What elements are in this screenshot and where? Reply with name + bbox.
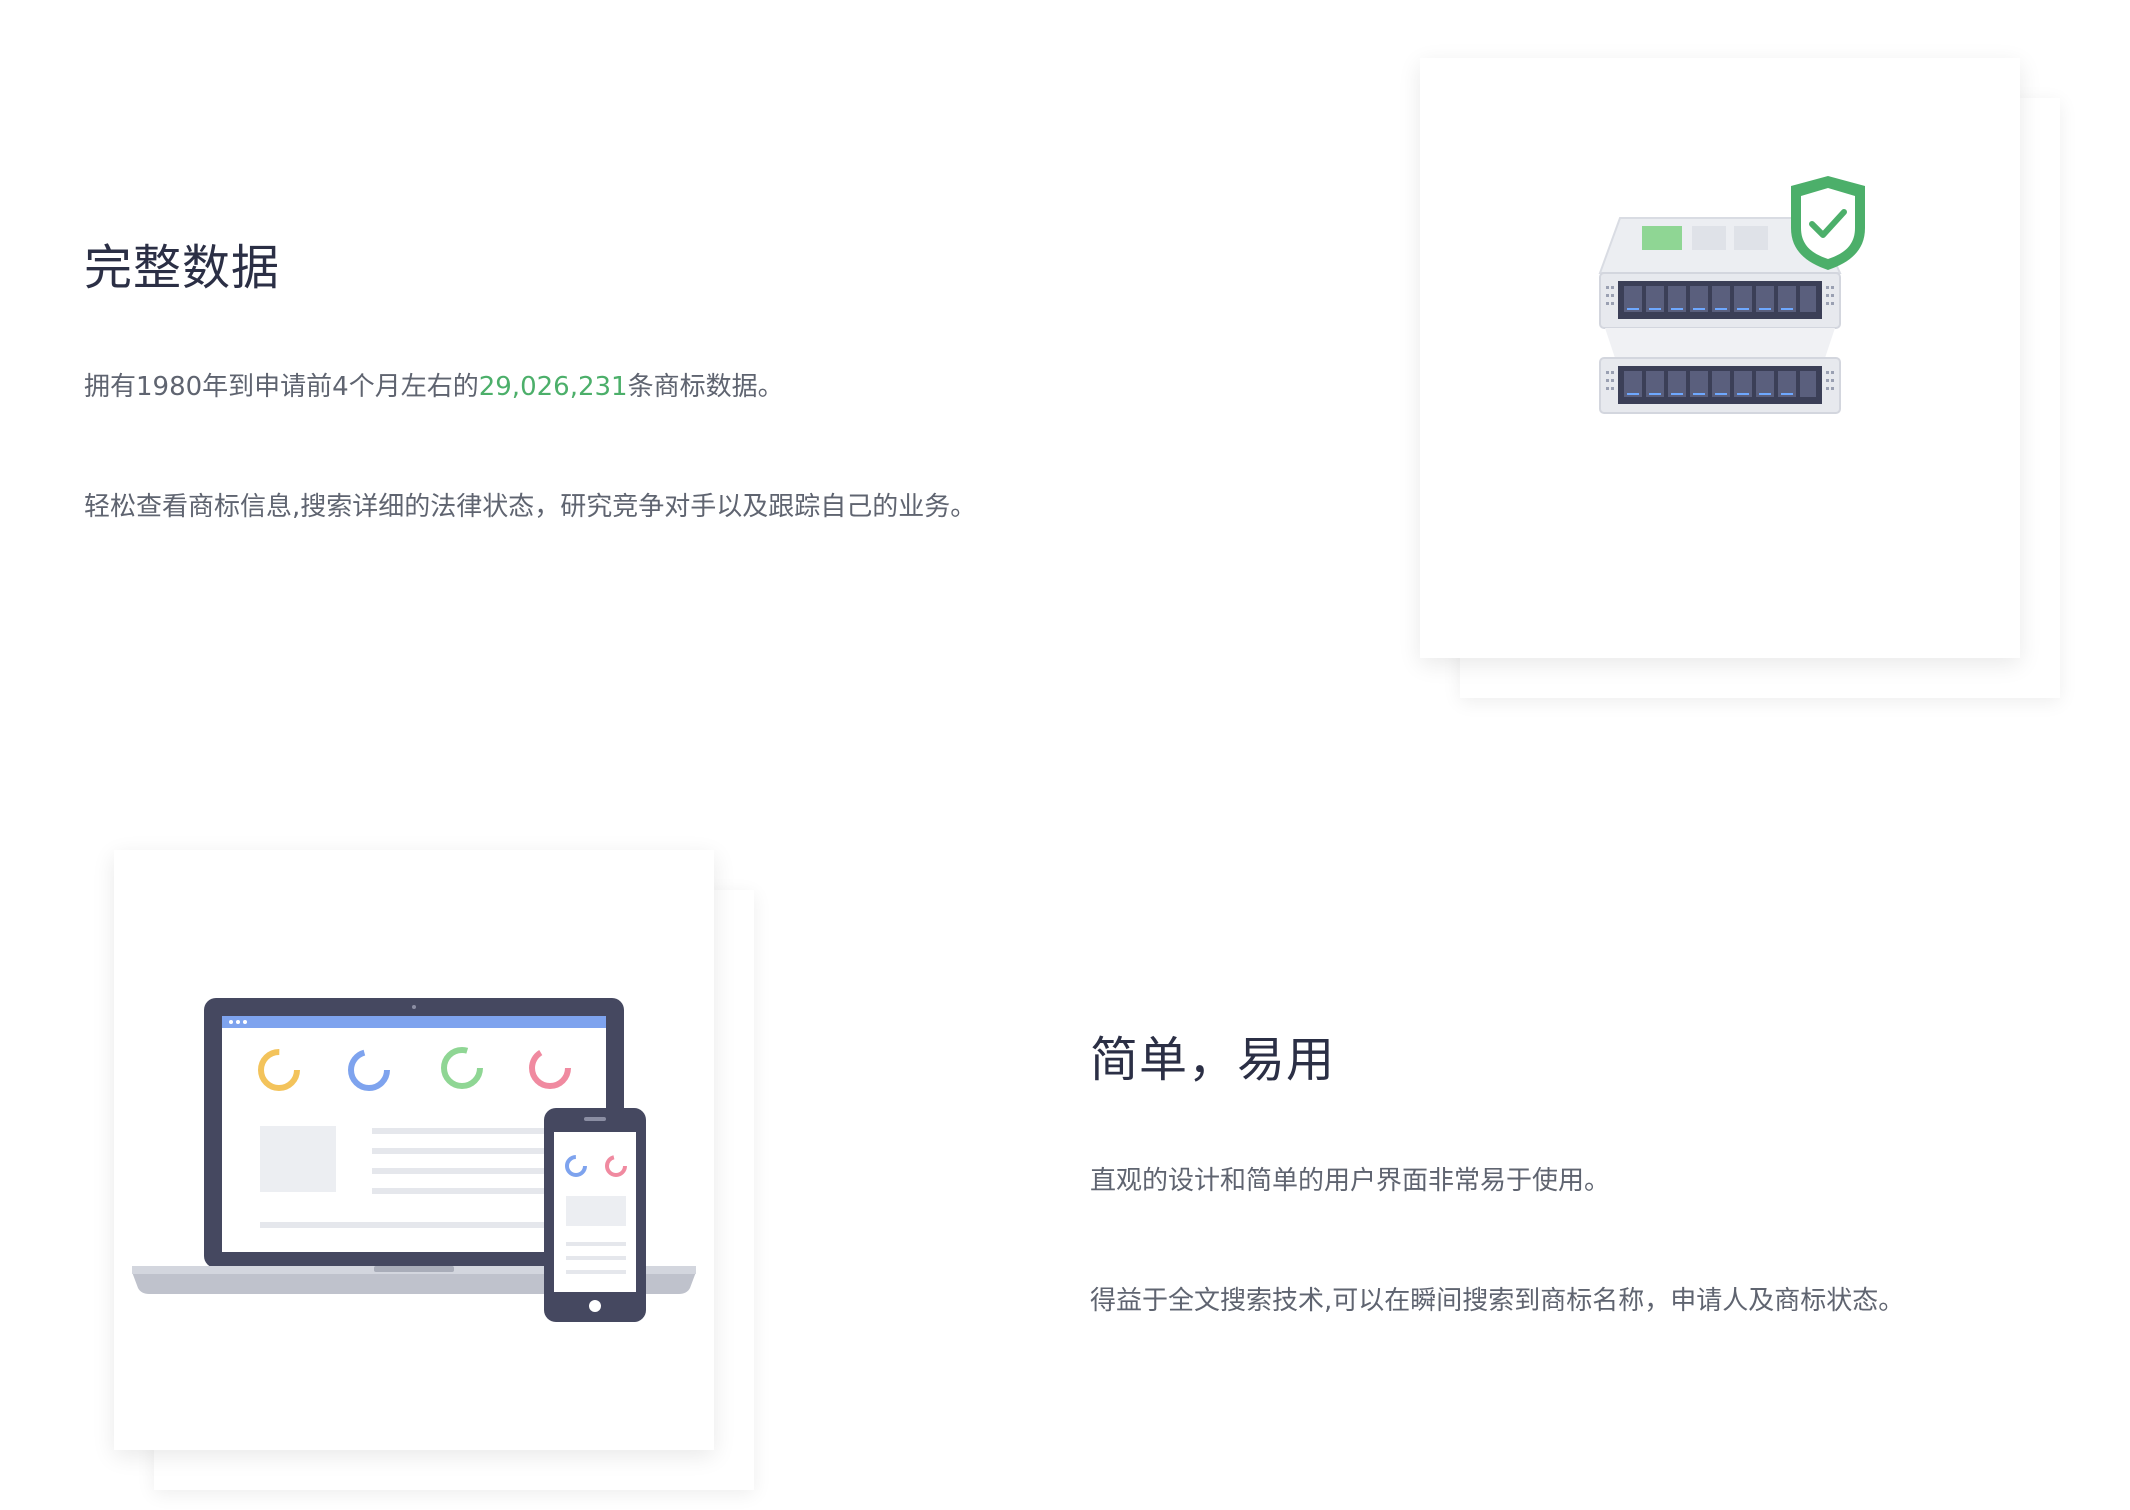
easy-use-paragraph-2: 得益于全文搜索技术,可以在瞬间搜索到商标名称，申请人及商标状态。: [1090, 1286, 1905, 1316]
complete-data-paragraph-1: 拥有1980年到申请前4个月左右的29,026,231条商标数据。: [84, 366, 784, 403]
complete-data-paragraph-2: 轻松查看商标信息,搜索详细的法律状态，研究竞争对手以及跟踪自己的业务。: [84, 492, 977, 522]
easy-use-illustration-card: [114, 850, 754, 1490]
card-panel: [114, 850, 714, 1450]
section-title-complete-data: 完整数据: [84, 240, 281, 296]
record-count-value: 29,026,231: [478, 372, 628, 402]
complete-data-illustration-card: [1420, 58, 2060, 698]
laptop-phone-icon: [132, 998, 696, 1322]
record-count-prefix: 拥有1980年到申请前4个月左右的: [84, 372, 479, 402]
easy-use-paragraph-1: 直观的设计和简单的用户界面非常易于使用。: [1090, 1166, 1611, 1196]
record-count-suffix: 条商标数据。: [627, 372, 784, 402]
card-panel: [1420, 58, 2020, 658]
section-title-easy-use: 简单，易用: [1090, 1032, 1336, 1088]
server-shield-icon: [1598, 176, 1865, 414]
page: 完整数据 拥有1980年到申请前4个月左右的29,026,231条商标数据。 轻…: [0, 0, 2130, 1510]
